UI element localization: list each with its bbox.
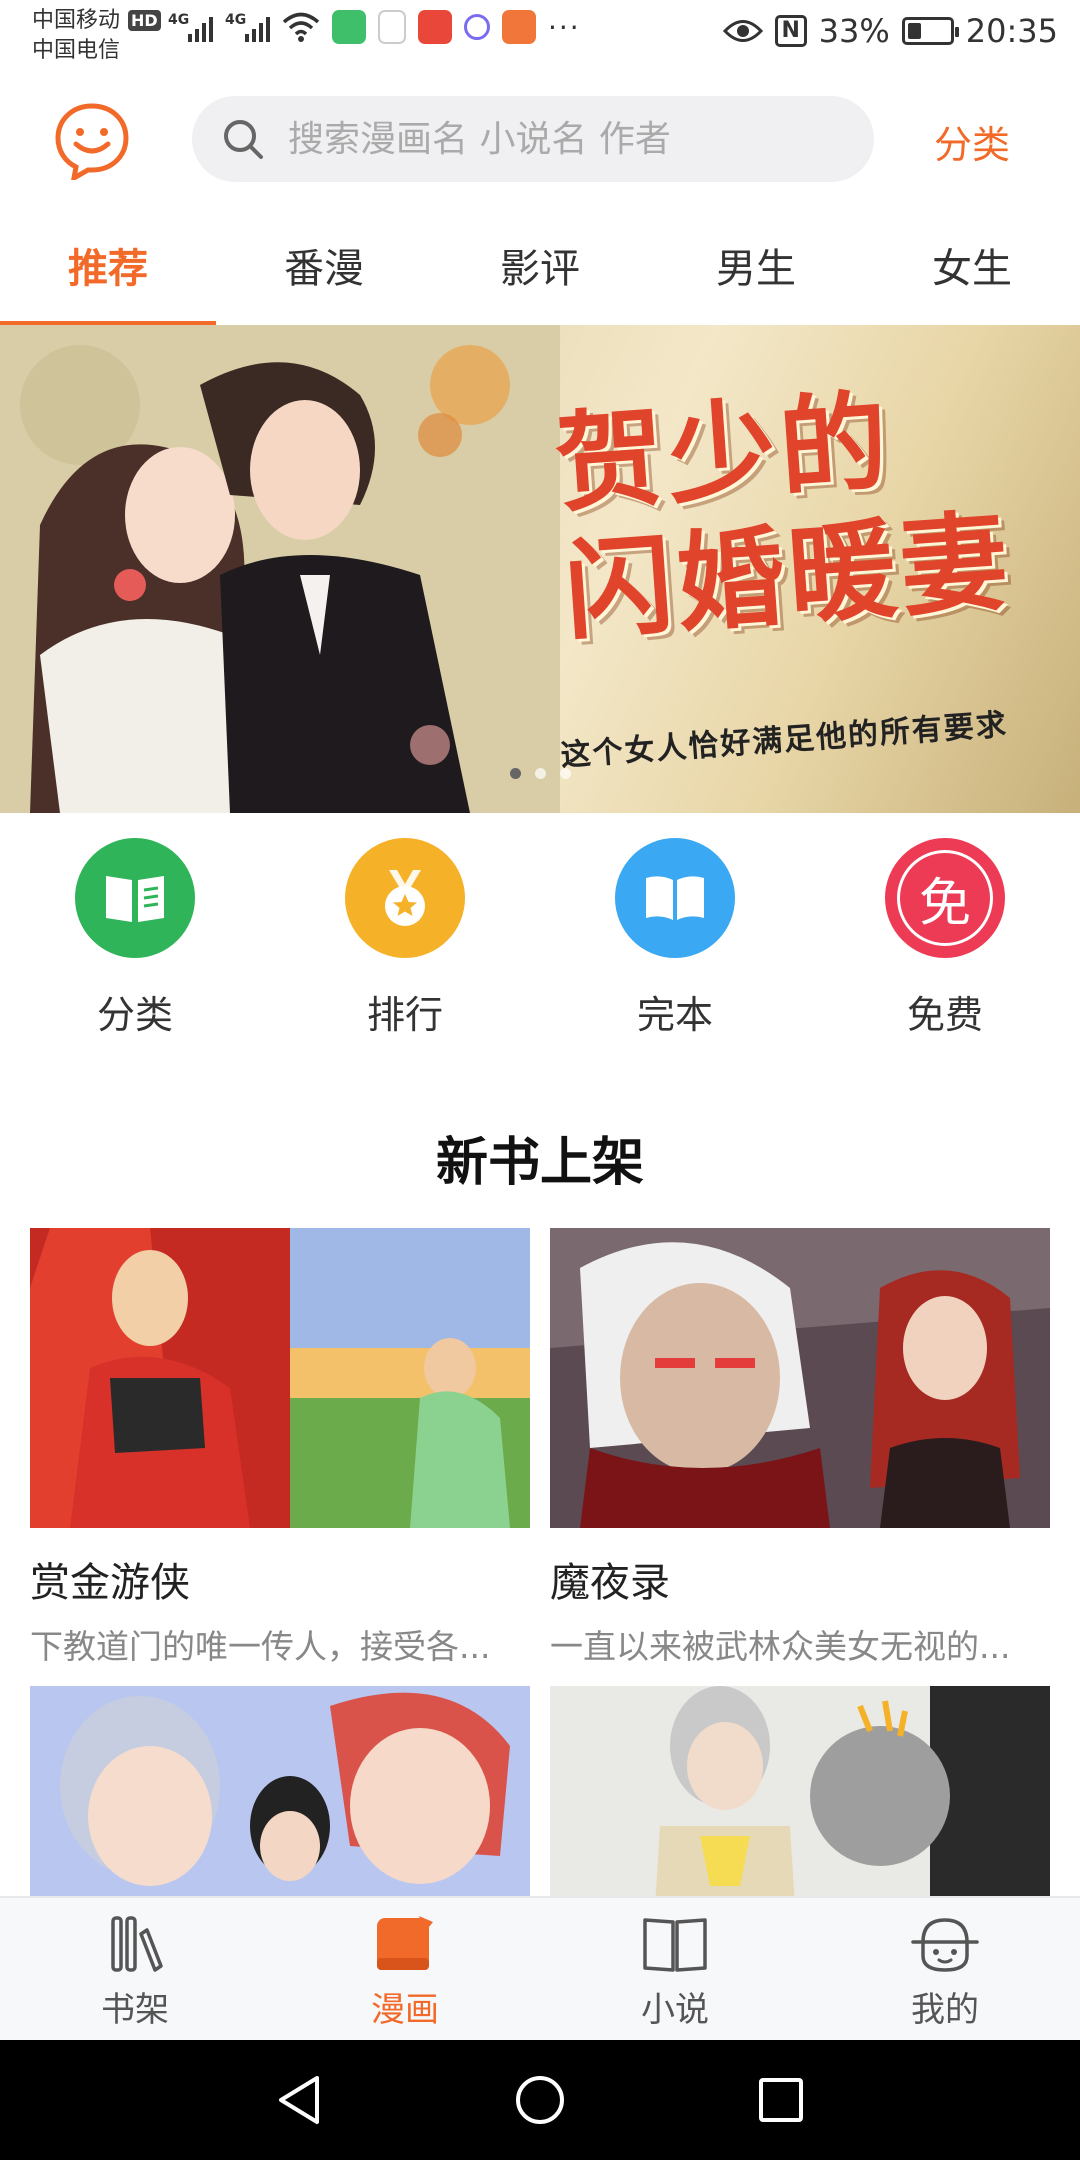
- book-card[interactable]: [550, 1686, 1050, 1896]
- category-link[interactable]: 分类: [934, 114, 1010, 169]
- quick-link-label: 完本: [636, 993, 713, 1037]
- signal-icon: 4G: [168, 12, 213, 42]
- carrier-1: 中国移动: [32, 8, 121, 33]
- carousel-dots: [510, 768, 571, 779]
- app-notification-icon: [464, 14, 490, 40]
- search-bar[interactable]: [192, 96, 874, 182]
- bookshelf-icon: [111, 1916, 163, 1972]
- nav-profile[interactable]: 我的: [810, 1898, 1080, 2040]
- novel-icon: [643, 1918, 707, 1972]
- banner-title: 贺少的 闪婚暖妻: [551, 378, 1017, 656]
- book-description: 下教道门的唯一传人，接受各...: [30, 1627, 491, 1666]
- tab-recommend[interactable]: 推荐: [0, 205, 216, 327]
- app-notification-icon: [502, 10, 536, 44]
- quick-link-completed[interactable]: 完本: [540, 838, 810, 1068]
- status-icons: 4G 4G ···: [168, 10, 581, 44]
- app-notification-icon: [332, 10, 366, 44]
- section-title: 新书上架: [435, 1133, 644, 1193]
- book-cover: [30, 1686, 530, 1896]
- quick-link-free[interactable]: 免 免费: [810, 838, 1080, 1068]
- carousel-dot[interactable]: [560, 768, 571, 779]
- tab-fanman[interactable]: 番漫: [216, 205, 432, 325]
- carrier-2: 中国电信: [32, 38, 121, 63]
- book-icon: [75, 838, 195, 958]
- tab-male[interactable]: 男生: [648, 205, 864, 325]
- recents-icon[interactable]: [757, 2076, 805, 2124]
- quick-link-label: 排行: [366, 993, 443, 1037]
- clock: 20:35: [965, 12, 1058, 50]
- tab-label: 男生: [716, 246, 796, 292]
- system-nav-bar: [0, 2040, 1080, 2160]
- book-card[interactable]: [30, 1686, 530, 1896]
- quick-link-ranking[interactable]: 排行: [270, 838, 540, 1068]
- book-cover: [550, 1228, 1050, 1528]
- back-icon[interactable]: [275, 2074, 323, 2126]
- book-title: 赏金游侠: [30, 1560, 190, 1606]
- carousel-dot[interactable]: [535, 768, 546, 779]
- tab-label: 女生: [932, 246, 1012, 292]
- app-notification-icon: [378, 10, 406, 44]
- nav-label: 小说: [641, 1990, 709, 2030]
- tab-label: 影评: [500, 246, 580, 292]
- signal-icon: 4G: [225, 12, 270, 42]
- quick-link-label: 免费: [906, 993, 983, 1037]
- battery-percent: 33%: [818, 12, 890, 50]
- app-notification-icon: [418, 10, 452, 44]
- medal-icon: [345, 838, 465, 958]
- hd-badge: HD: [128, 10, 161, 31]
- book-cover: [30, 1228, 530, 1528]
- search-icon: [224, 120, 263, 159]
- status-bar: 中国移动 中国电信 HD 4G 4G ··· N 33% 20:35: [0, 0, 1080, 78]
- quick-links: 分类 排行 完本 免 免费: [0, 838, 1080, 1068]
- nfc-icon: N: [774, 15, 807, 47]
- quick-link-category[interactable]: 分类: [0, 838, 270, 1068]
- nav-bookshelf[interactable]: 书架: [0, 1898, 270, 2040]
- book-cover: [550, 1686, 1050, 1896]
- search-input[interactable]: [288, 118, 848, 160]
- nav-label: 书架: [101, 1990, 169, 2030]
- book-title: 魔夜录: [550, 1560, 670, 1606]
- nav-comic[interactable]: 漫画: [270, 1898, 540, 2040]
- eye-icon: [722, 20, 763, 42]
- app-logo-icon[interactable]: [52, 100, 132, 180]
- carrier-info: 中国移动 中国电信: [32, 6, 120, 66]
- tab-review[interactable]: 影评: [432, 205, 648, 325]
- home-icon[interactable]: [514, 2074, 566, 2126]
- bottom-nav: 书架 漫画 小说 我的: [0, 1896, 1080, 2040]
- profile-icon: [911, 1918, 979, 1972]
- book-card[interactable]: 赏金游侠 下教道门的唯一传人，接受各...: [30, 1228, 530, 1668]
- nav-novel[interactable]: 小说: [540, 1898, 810, 2040]
- tab-label: 番漫: [284, 246, 364, 292]
- battery-icon: [901, 17, 959, 45]
- promo-banner[interactable]: 贺少的 闪婚暖妻 这个女人恰好满足他的所有要求: [0, 325, 1080, 813]
- tab-bar: 推荐 番漫 影评 男生 女生: [0, 205, 1080, 327]
- nav-label: 我的: [911, 1990, 979, 2030]
- nav-label: 漫画: [371, 1990, 439, 2030]
- more-notifications-icon: ···: [548, 10, 581, 44]
- tab-label: 推荐: [68, 246, 148, 292]
- comic-icon: [377, 1916, 433, 1970]
- free-badge-icon: 免: [885, 838, 1005, 958]
- quick-link-label: 分类: [96, 993, 173, 1037]
- wifi-icon: [282, 12, 320, 42]
- status-right: N 33% 20:35: [722, 12, 1058, 50]
- free-badge-glyph: 免: [918, 873, 971, 934]
- app-header: 分类: [0, 78, 1080, 198]
- tab-female[interactable]: 女生: [864, 205, 1080, 325]
- book-description: 一直以来被武林众美女无视的...: [550, 1627, 1011, 1666]
- book-card[interactable]: 魔夜录 一直以来被武林众美女无视的...: [550, 1228, 1050, 1668]
- carousel-dot[interactable]: [510, 768, 521, 779]
- open-book-icon: [615, 838, 735, 958]
